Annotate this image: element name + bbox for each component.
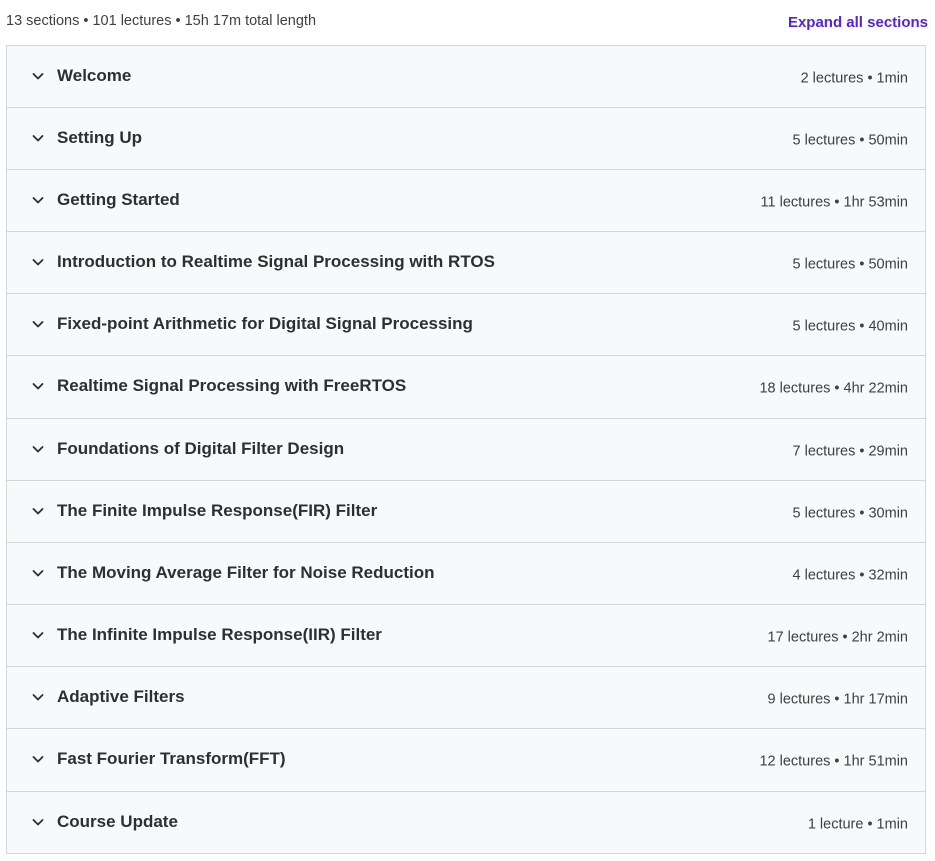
section-row[interactable]: Realtime Signal Processing with FreeRTOS… bbox=[7, 356, 925, 419]
section-lecture-count: 5 lectures • 50min bbox=[792, 132, 909, 149]
section-list: Welcome 2 lectures • 1min Setting Up 5 lect… bbox=[6, 45, 926, 854]
section-row[interactable]: The Moving Average Filter for Noise Redu… bbox=[7, 543, 925, 605]
section-title: Getting Started bbox=[57, 189, 180, 209]
section-row[interactable]: Adaptive Filters 9 lectures • 1hr 17min bbox=[7, 667, 925, 729]
section-row[interactable]: Welcome 2 lectures • 1min bbox=[7, 46, 925, 108]
chevron-down-icon bbox=[31, 379, 45, 393]
section-lecture-count: 1 lecture • 1min bbox=[807, 816, 908, 833]
section-row[interactable]: Fixed-point Arithmetic for Digital Signa… bbox=[7, 294, 925, 356]
chevron-down-icon bbox=[31, 317, 45, 331]
section-lecture-count: 12 lectures • 1hr 51min bbox=[759, 753, 908, 770]
section-title: Foundations of Digital Filter Design bbox=[57, 438, 345, 458]
curriculum-header: 13 sections • 101 lectures • 15h 17m tot… bbox=[0, 0, 935, 45]
section-row[interactable]: Foundations of Digital Filter Design 7 le… bbox=[7, 419, 925, 481]
section-title: The Infinite Impulse Response(IIR) Filte… bbox=[57, 624, 382, 644]
section-lecture-count: 2 lectures • 1min bbox=[800, 70, 908, 87]
chevron-down-icon bbox=[31, 255, 45, 269]
chevron-down-icon bbox=[31, 193, 45, 207]
chevron-down-icon bbox=[31, 628, 45, 642]
section-lecture-count: 17 lectures • 2hr 2min bbox=[767, 629, 908, 646]
section-row[interactable]: The Infinite Impulse Response(IIR) Filte… bbox=[7, 605, 925, 667]
section-title: Realtime Signal Processing with FreeRTOS bbox=[57, 376, 407, 395]
section-title: Adaptive Filters bbox=[57, 686, 185, 706]
chevron-down-icon bbox=[31, 504, 45, 518]
chevron-down-icon bbox=[31, 442, 45, 456]
expand-all-sections-button[interactable]: Expand all sections bbox=[788, 14, 928, 31]
chevron-down-icon bbox=[31, 690, 45, 704]
section-title: Setting Up bbox=[57, 127, 142, 147]
section-title: Fixed-point Arithmetic for Digital Signa… bbox=[57, 313, 473, 333]
section-lecture-count: 5 lectures • 30min bbox=[792, 505, 909, 522]
section-lecture-count: 5 lectures • 50min bbox=[792, 256, 909, 273]
course-summary: 13 sections • 101 lectures • 15h 17m tot… bbox=[6, 13, 317, 29]
chevron-down-icon bbox=[31, 69, 45, 83]
section-row[interactable]: Getting Started 11 lectures • 1hr 53min bbox=[7, 170, 925, 232]
section-lecture-count: 9 lectures • 1hr 17min bbox=[767, 691, 908, 708]
chevron-down-icon bbox=[31, 752, 45, 766]
section-title: Welcome bbox=[57, 65, 132, 85]
chevron-down-icon bbox=[31, 815, 45, 829]
section-row[interactable]: Course Update 1 lecture • 1min bbox=[7, 792, 925, 854]
section-title: Fast Fourier Transform(FFT) bbox=[57, 749, 286, 768]
section-row[interactable]: The Finite Impulse Response(FIR) Filter 5… bbox=[7, 481, 925, 543]
section-lecture-count: 18 lectures • 4hr 22min bbox=[759, 380, 908, 397]
section-row[interactable]: Setting Up 5 lectures • 50min bbox=[7, 108, 925, 170]
section-row[interactable]: Introduction to Realtime Signal Processi… bbox=[7, 232, 925, 294]
chevron-down-icon bbox=[31, 131, 45, 145]
section-lecture-count: 5 lectures • 40min bbox=[792, 318, 909, 335]
chevron-down-icon bbox=[31, 566, 45, 580]
section-lecture-count: 4 lectures • 32min bbox=[792, 567, 909, 584]
section-title: Introduction to Realtime Signal Processi… bbox=[57, 251, 495, 271]
section-lecture-count: 11 lectures • 1hr 53min bbox=[760, 194, 908, 211]
section-title: Course Update bbox=[57, 811, 178, 831]
section-title: The Moving Average Filter for Noise Redu… bbox=[57, 562, 435, 582]
section-row[interactable]: Fast Fourier Transform(FFT) 12 lectures •… bbox=[7, 729, 925, 792]
section-title: The Finite Impulse Response(FIR) Filter bbox=[57, 500, 378, 520]
section-lecture-count: 7 lectures • 29min bbox=[792, 443, 909, 460]
